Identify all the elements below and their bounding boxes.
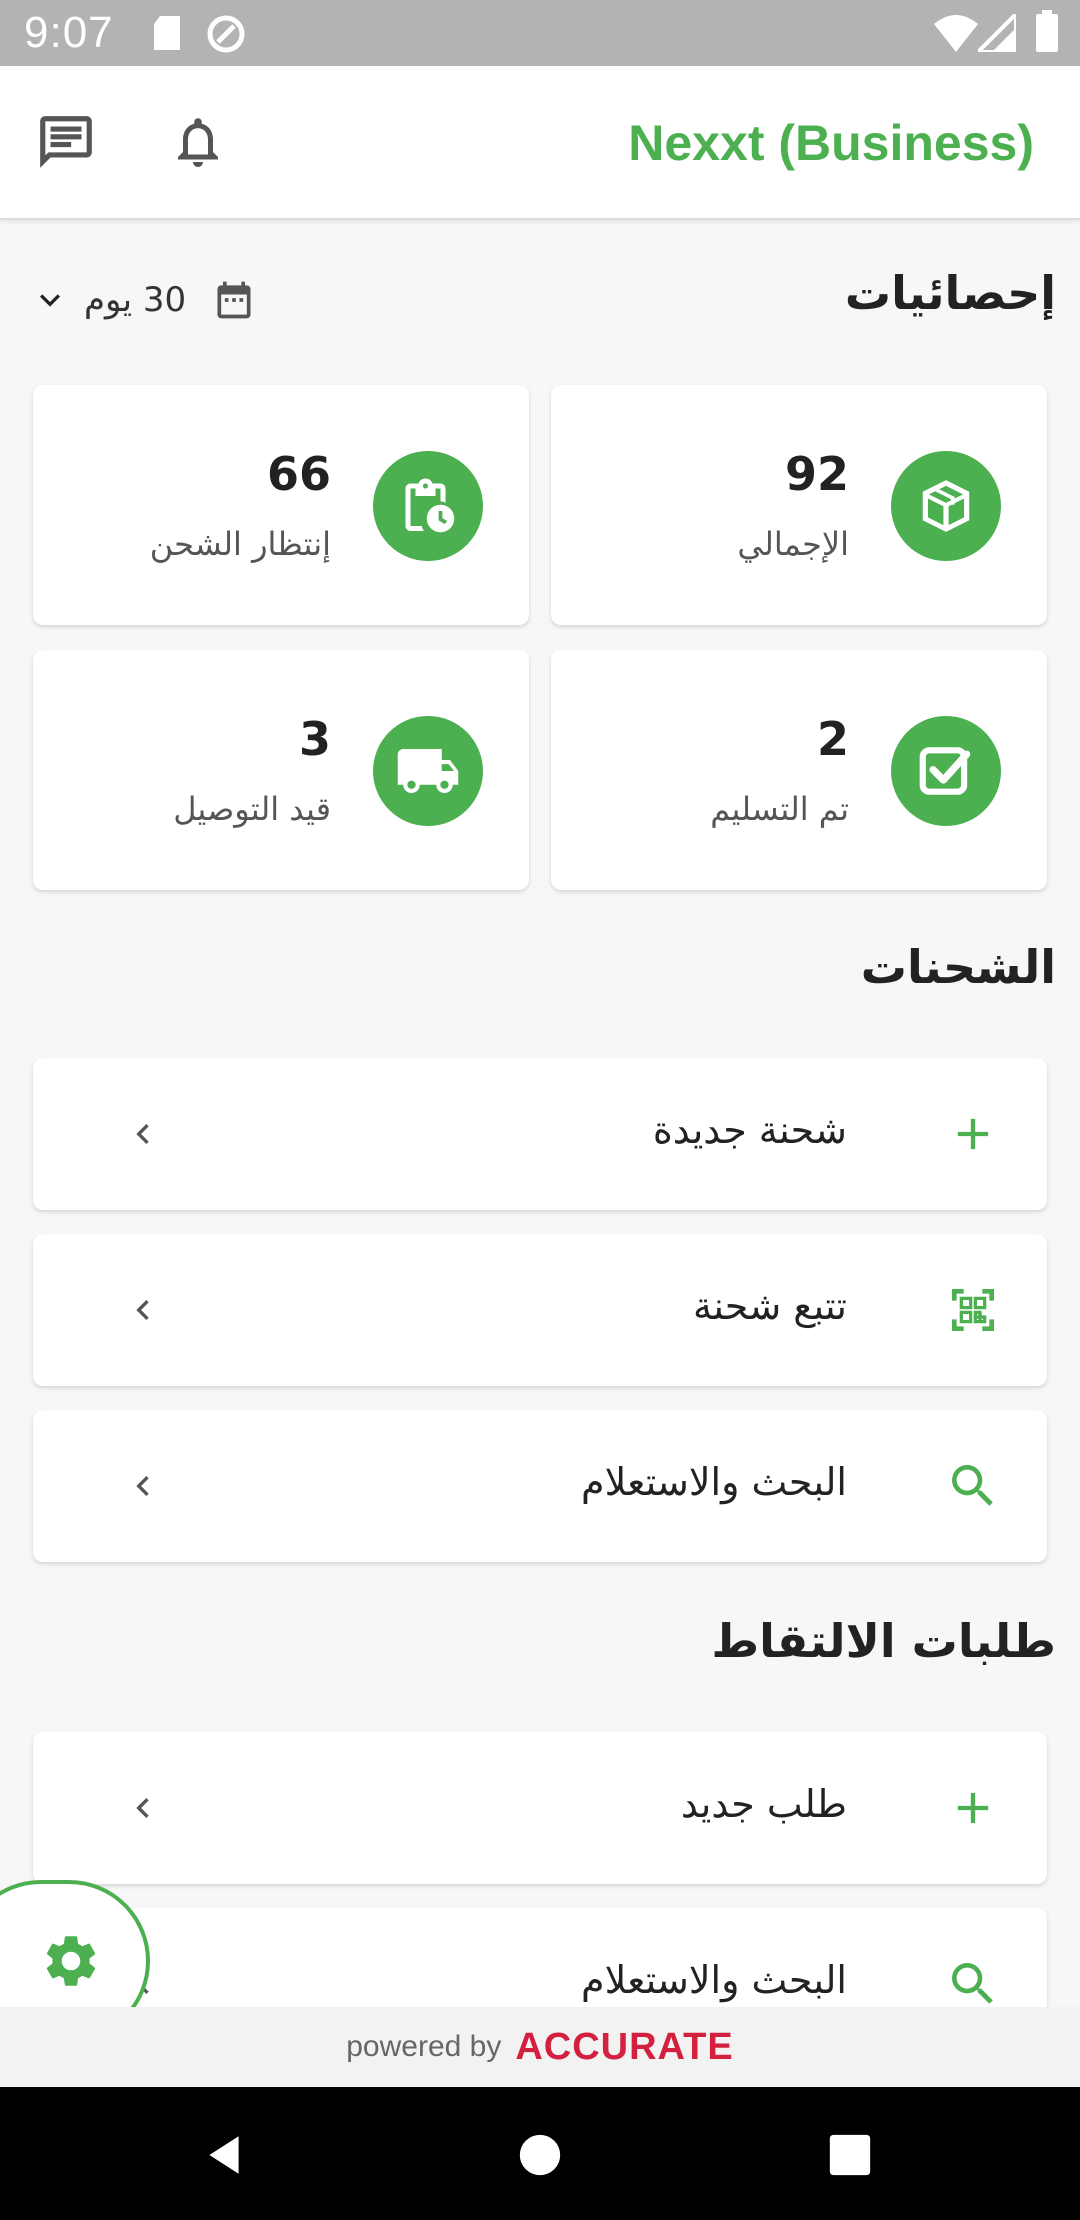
stat-label: تم التسليم bbox=[710, 790, 849, 828]
menu-icon bbox=[943, 1456, 1003, 1516]
truck-icon bbox=[397, 749, 459, 793]
menu-icon bbox=[943, 1104, 1003, 1164]
menu-label: شحنة جديدة bbox=[652, 1108, 847, 1152]
stats-title: إحصائيات bbox=[844, 266, 1056, 320]
nav-recents-button[interactable] bbox=[818, 2123, 882, 2187]
search-pickups-button[interactable]: البحث والاستعلام bbox=[33, 1908, 1047, 2007]
brand-logo: ACCURATE bbox=[515, 2025, 734, 2068]
stat-card-awaiting[interactable]: 66 إنتظار الشحن bbox=[33, 385, 529, 625]
menu-icon bbox=[943, 1778, 1003, 1838]
signal-icon bbox=[978, 14, 1016, 52]
menu-label: تتبع شحنة bbox=[692, 1284, 847, 1328]
back-triangle-icon bbox=[209, 2136, 239, 2174]
chevron-left-icon bbox=[136, 1476, 149, 1496]
stat-label: الإجمالي bbox=[737, 525, 849, 563]
menu-label: البحث والاستعلام bbox=[581, 1958, 847, 2002]
plus-icon bbox=[957, 1792, 989, 1824]
system-nav-bar bbox=[0, 2087, 1080, 2220]
period-selector[interactable]: 30 يوم bbox=[30, 270, 256, 330]
stat-card-total[interactable]: 92 الإجمالي bbox=[551, 385, 1047, 625]
chevron-left-icon bbox=[136, 1300, 149, 1320]
footer: powered by ACCURATE bbox=[0, 2007, 1080, 2087]
menu-label: البحث والاستعلام bbox=[581, 1460, 847, 1504]
stat-icon-circle bbox=[373, 716, 483, 826]
stat-label: إنتظار الشحن bbox=[149, 525, 331, 563]
nav-back-button[interactable] bbox=[192, 2123, 256, 2187]
pickups-title: طلبات الالتقاط bbox=[711, 1614, 1056, 1668]
chat-icon bbox=[40, 116, 92, 168]
notifications-button[interactable] bbox=[158, 102, 238, 182]
home-circle-icon bbox=[519, 2134, 561, 2176]
stat-value: 92 bbox=[784, 447, 849, 501]
stat-label: قيد التوصيل bbox=[173, 790, 331, 828]
stat-icon-circle bbox=[373, 451, 483, 561]
menu-label: طلب جديد bbox=[680, 1782, 847, 1826]
bell-icon bbox=[178, 118, 218, 167]
checkbox-icon bbox=[919, 747, 971, 795]
sync-icon bbox=[207, 15, 245, 53]
chevron-left-icon bbox=[136, 1798, 149, 1818]
period-label: 30 يوم bbox=[84, 280, 187, 320]
nav-home-button[interactable] bbox=[508, 2123, 572, 2187]
stat-value: 66 bbox=[266, 447, 331, 501]
sd-card-icon bbox=[154, 16, 180, 50]
wifi-icon bbox=[934, 15, 978, 52]
qr-code-icon bbox=[952, 1289, 994, 1331]
calendar-icon bbox=[217, 281, 251, 319]
stat-icon-circle bbox=[891, 716, 1001, 826]
new-shipment-button[interactable]: شحنة جديدة bbox=[33, 1058, 1047, 1210]
search-icon bbox=[952, 1465, 993, 1506]
gear-icon bbox=[46, 1936, 96, 1986]
stat-value: 2 bbox=[816, 712, 849, 766]
status-time: 9:07 bbox=[24, 8, 114, 57]
stat-card-in-delivery[interactable]: 3 قيد التوصيل bbox=[33, 650, 529, 890]
shipments-title: الشحنات bbox=[860, 940, 1056, 994]
menu-icon bbox=[943, 1954, 1003, 2007]
powered-by-text: powered by bbox=[346, 2030, 502, 2063]
menu-icon bbox=[943, 1280, 1003, 1340]
chevron-left-icon bbox=[136, 1124, 149, 1144]
app-title: Nexxt (Business) bbox=[628, 115, 1034, 171]
clipboard-clock-icon bbox=[405, 478, 455, 533]
new-pickup-button[interactable]: طلب جديد bbox=[33, 1732, 1047, 1884]
recents-square-icon bbox=[829, 2134, 871, 2176]
track-shipment-button[interactable]: تتبع شحنة bbox=[33, 1234, 1047, 1386]
box-icon bbox=[922, 480, 970, 532]
search-shipments-button[interactable]: البحث والاستعلام bbox=[33, 1410, 1047, 1562]
app-bar: Nexxt (Business) bbox=[0, 66, 1080, 220]
search-icon bbox=[952, 1963, 993, 2004]
stat-icon-circle bbox=[891, 451, 1001, 561]
chat-button[interactable] bbox=[26, 102, 106, 182]
stat-card-delivered[interactable]: 2 تم التسليم bbox=[551, 650, 1047, 890]
plus-icon bbox=[957, 1118, 989, 1150]
main-content: إحصائيات 30 يوم 92 الإجمالي 66 إنتظار ال… bbox=[0, 222, 1080, 2007]
status-bar: 9:07 bbox=[0, 0, 1080, 66]
stat-value: 3 bbox=[298, 712, 331, 766]
battery-icon bbox=[1036, 10, 1058, 52]
chevron-down-icon bbox=[40, 294, 60, 307]
